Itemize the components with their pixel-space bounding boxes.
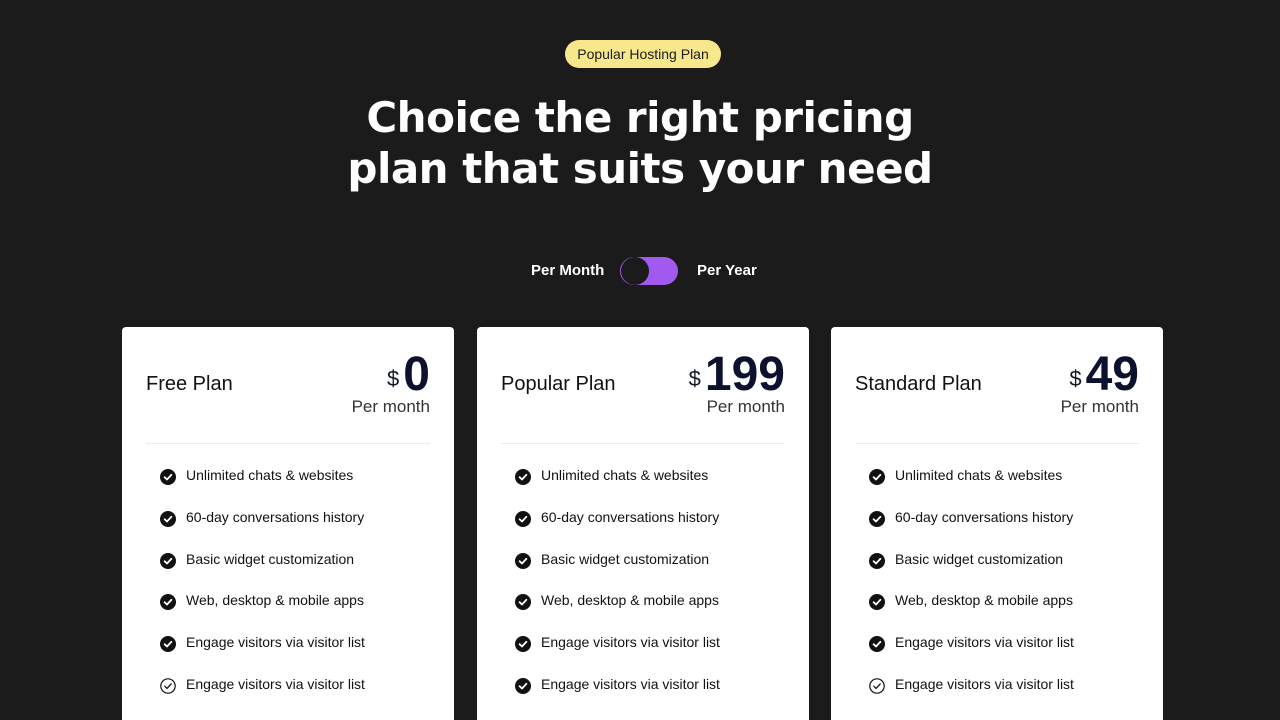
feature-label: Unlimited chats & websites	[895, 467, 1063, 483]
feature-label: Basic widget customization	[895, 550, 1064, 567]
check-filled-icon	[515, 594, 531, 611]
feature-item: Basic widget customization	[515, 551, 720, 593]
feature-item: 60-day conversations history	[869, 509, 1074, 551]
plan-name: Popular Plan	[501, 373, 616, 395]
currency-symbol: $	[688, 366, 701, 391]
feature-item: Unlimited chats & websites	[515, 467, 720, 509]
check-filled-icon	[869, 636, 885, 653]
price-block: $199 Per month	[687, 349, 785, 417]
divider	[146, 443, 430, 444]
pricing-card-popular: Popular Plan $199 Per month Unlimited ch…	[477, 327, 809, 720]
check-filled-icon	[515, 469, 531, 485]
check-filled-icon	[869, 552, 885, 569]
feature-item: Engage visitors via visitor list	[515, 634, 720, 676]
price-amount: 49	[1085, 348, 1139, 401]
page-title-line-2: plan that suits your need	[347, 144, 933, 193]
popular-hosting-badge: Popular Hosting Plan	[565, 40, 721, 68]
check-filled-icon	[869, 594, 885, 611]
feature-label: Engage visitors via visitor list	[186, 634, 365, 651]
feature-item: Engage visitors via visitor list	[869, 634, 1074, 676]
feature-item: Engage visitors via visitor list	[160, 676, 365, 718]
check-outline-icon	[869, 678, 885, 694]
feature-label: Unlimited chats & websites	[186, 467, 354, 483]
feature-list: Unlimited chats & websites 60-day convers…	[515, 467, 720, 718]
feature-item: Basic widget customization	[160, 551, 365, 593]
feature-item: Basic widget customization	[869, 551, 1074, 593]
page-title-line-1: Choice the right pricing	[366, 93, 914, 142]
feature-item: Unlimited chats & websites	[160, 467, 365, 509]
feature-label: Unlimited chats & websites	[541, 467, 709, 483]
feature-list: Unlimited chats & websites 60-day convers…	[869, 467, 1074, 718]
feature-item: 60-day conversations history	[515, 509, 720, 551]
per-year-label[interactable]: Per Year	[697, 262, 757, 279]
check-filled-icon	[515, 510, 531, 527]
price-block: $49 Per month	[1041, 349, 1139, 417]
feature-label: 60-day conversations history	[541, 508, 720, 525]
pricing-card-free: Free Plan $0 Per month Unlimited chats &…	[122, 327, 454, 720]
divider	[501, 443, 785, 444]
price-period: Per month	[1060, 397, 1139, 416]
feature-label: 60-day conversations history	[186, 508, 365, 525]
check-filled-icon	[869, 469, 885, 485]
check-filled-icon	[160, 510, 176, 527]
check-filled-icon	[160, 594, 176, 611]
pricing-card-standard: Standard Plan $49 Per month Unlimited ch…	[831, 327, 1163, 720]
feature-label: Engage visitors via visitor list	[541, 675, 720, 692]
feature-label: Engage visitors via visitor list	[895, 675, 1074, 692]
feature-item: 60-day conversations history	[160, 509, 365, 551]
feature-label: Engage visitors via visitor list	[541, 634, 720, 651]
billing-toggle-row: Per Month Per Year	[0, 256, 1280, 286]
feature-label: Engage visitors via visitor list	[186, 675, 365, 692]
feature-label: Web, desktop & mobile apps	[186, 592, 364, 609]
feature-label: Web, desktop & mobile apps	[895, 592, 1073, 609]
check-filled-icon	[869, 510, 885, 527]
check-filled-icon	[515, 677, 531, 694]
switch-knob	[621, 257, 649, 285]
billing-period-switch[interactable]	[620, 257, 678, 285]
check-filled-icon	[160, 636, 176, 653]
feature-item: Engage visitors via visitor list	[515, 676, 720, 718]
currency-symbol: $	[387, 366, 400, 391]
per-month-label[interactable]: Per Month	[531, 262, 604, 279]
feature-label: Engage visitors via visitor list	[895, 634, 1074, 651]
page-title: Choice the right pricing plan that suits…	[0, 92, 1280, 194]
feature-label: Web, desktop & mobile apps	[541, 592, 719, 609]
check-outline-icon	[160, 678, 176, 694]
plan-name: Free Plan	[146, 373, 233, 395]
feature-item: Engage visitors via visitor list	[160, 634, 365, 676]
feature-item: Web, desktop & mobile apps	[869, 592, 1074, 634]
feature-item: Unlimited chats & websites	[869, 467, 1074, 509]
feature-label: Basic widget customization	[186, 550, 355, 567]
check-filled-icon	[160, 552, 176, 569]
feature-item: Web, desktop & mobile apps	[160, 592, 365, 634]
feature-item: Engage visitors via visitor list	[869, 676, 1074, 718]
divider	[855, 443, 1139, 444]
feature-label: 60-day conversations history	[895, 508, 1074, 525]
feature-list: Unlimited chats & websites 60-day convers…	[160, 467, 365, 718]
price-block: $0 Per month	[332, 349, 430, 417]
feature-item: Web, desktop & mobile apps	[515, 592, 720, 634]
check-filled-icon	[160, 469, 176, 485]
check-filled-icon	[515, 552, 531, 569]
feature-label: Basic widget customization	[541, 550, 710, 567]
price-amount: 0	[403, 348, 430, 401]
check-filled-icon	[515, 636, 531, 653]
price-amount: 199	[704, 348, 785, 401]
plan-name: Standard Plan	[855, 373, 982, 395]
price-period: Per month	[351, 397, 430, 416]
currency-symbol: $	[1069, 366, 1082, 391]
